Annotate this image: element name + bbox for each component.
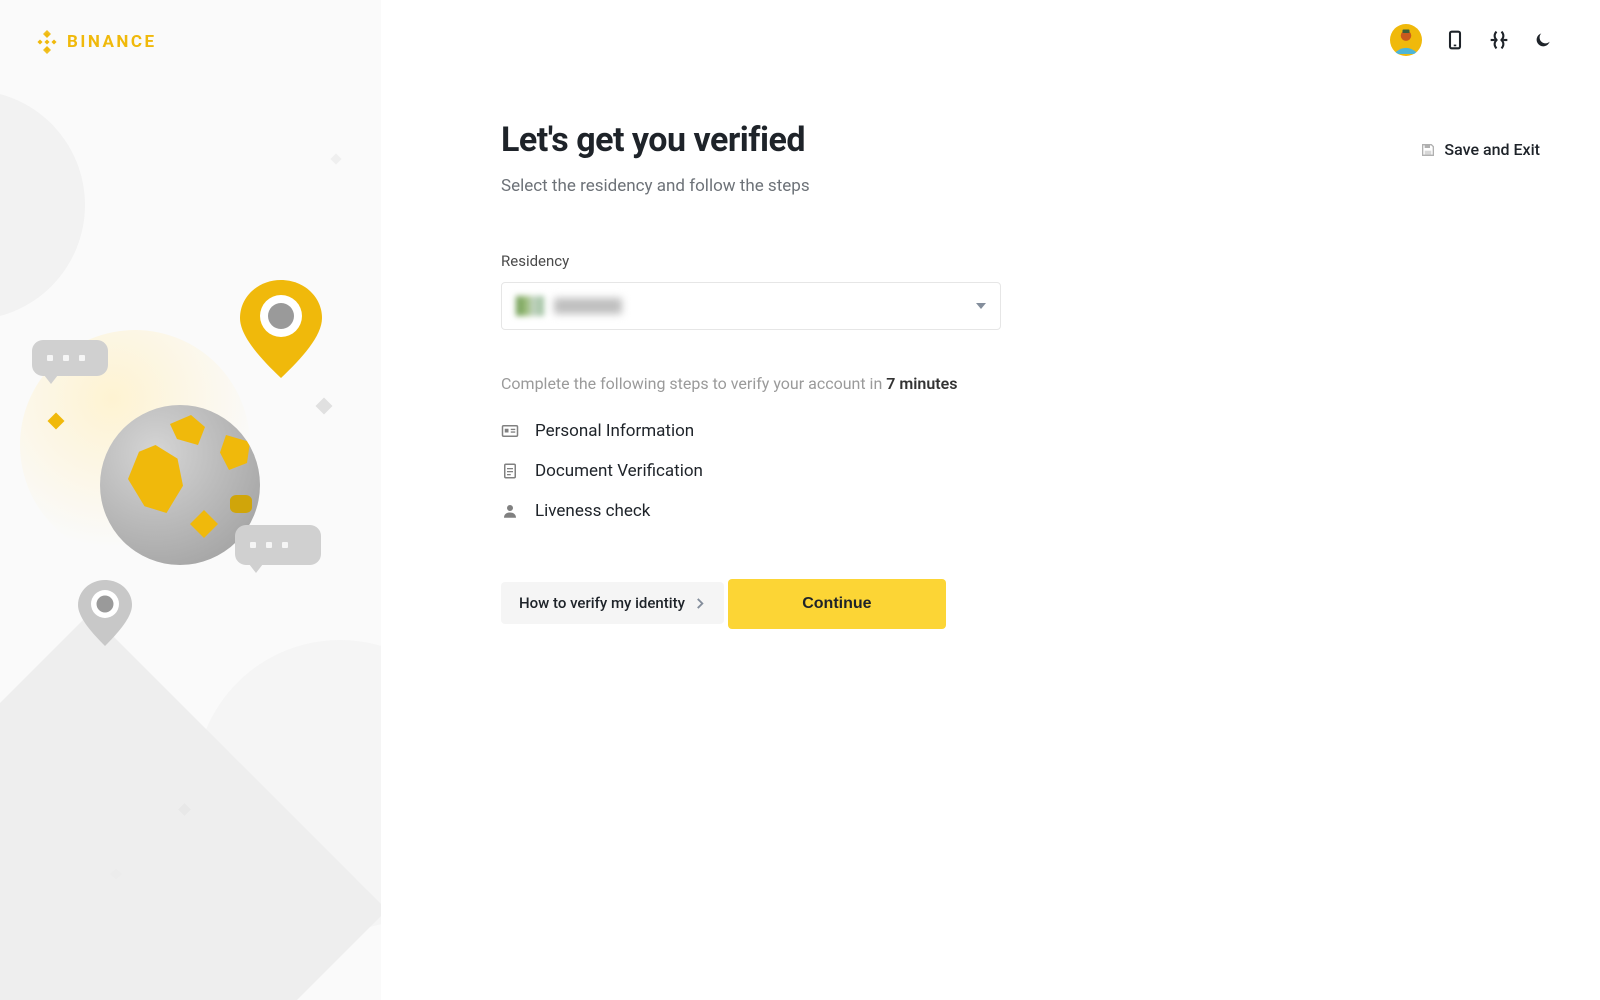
chevron-right-icon <box>695 598 706 609</box>
mobile-icon[interactable] <box>1444 29 1466 51</box>
person-icon <box>501 502 519 520</box>
save-exit-label: Save and Exit <box>1444 140 1540 159</box>
user-avatar[interactable] <box>1390 24 1422 56</box>
residency-select[interactable] <box>501 282 1001 330</box>
speech-bubble-icon <box>32 340 108 376</box>
dark-mode-icon[interactable] <box>1532 29 1554 51</box>
save-and-exit-button[interactable]: Save and Exit <box>1420 140 1540 159</box>
residency-label: Residency <box>501 252 1001 270</box>
country-flag-icon <box>516 296 544 316</box>
binance-logo-icon <box>35 30 59 54</box>
page-title: Let's get you verified <box>501 120 1001 160</box>
verification-steps-list: Personal Information Document Verificati… <box>501 421 1001 521</box>
estimate-text: Complete the following steps to verify y… <box>501 374 1001 393</box>
howto-label: How to verify my identity <box>519 594 685 612</box>
id-card-icon <box>501 422 519 440</box>
step-document-verification: Document Verification <box>501 461 1001 481</box>
document-icon <box>501 462 519 480</box>
continue-button[interactable]: Continue <box>728 579 946 629</box>
step-liveness-check: Liveness check <box>501 501 1001 521</box>
step-label: Personal Information <box>535 421 694 441</box>
onboarding-sidebar: BINANCE <box>0 0 381 1000</box>
step-label: Liveness check <box>535 501 650 521</box>
decor-circle <box>0 90 85 320</box>
speech-bubble-icon <box>235 525 321 565</box>
header-actions <box>1390 24 1554 56</box>
chevron-down-icon <box>976 303 986 309</box>
step-label: Document Verification <box>535 461 703 481</box>
residency-value-redacted <box>554 298 622 314</box>
page-subtitle: Select the residency and follow the step… <box>501 176 1001 196</box>
location-pin-icon <box>240 280 322 380</box>
location-pin-icon <box>78 580 132 648</box>
globe-language-icon[interactable] <box>1488 29 1510 51</box>
decor-diamond <box>330 153 341 164</box>
globe-illustration <box>10 300 350 700</box>
brand-logo[interactable]: BINANCE <box>35 30 157 54</box>
brand-name: BINANCE <box>67 32 157 52</box>
how-to-verify-button[interactable]: How to verify my identity <box>501 582 724 624</box>
save-icon <box>1420 142 1436 158</box>
step-personal-information: Personal Information <box>501 421 1001 441</box>
main-content: Save and Exit Let's get you verified Sel… <box>381 0 1600 1000</box>
